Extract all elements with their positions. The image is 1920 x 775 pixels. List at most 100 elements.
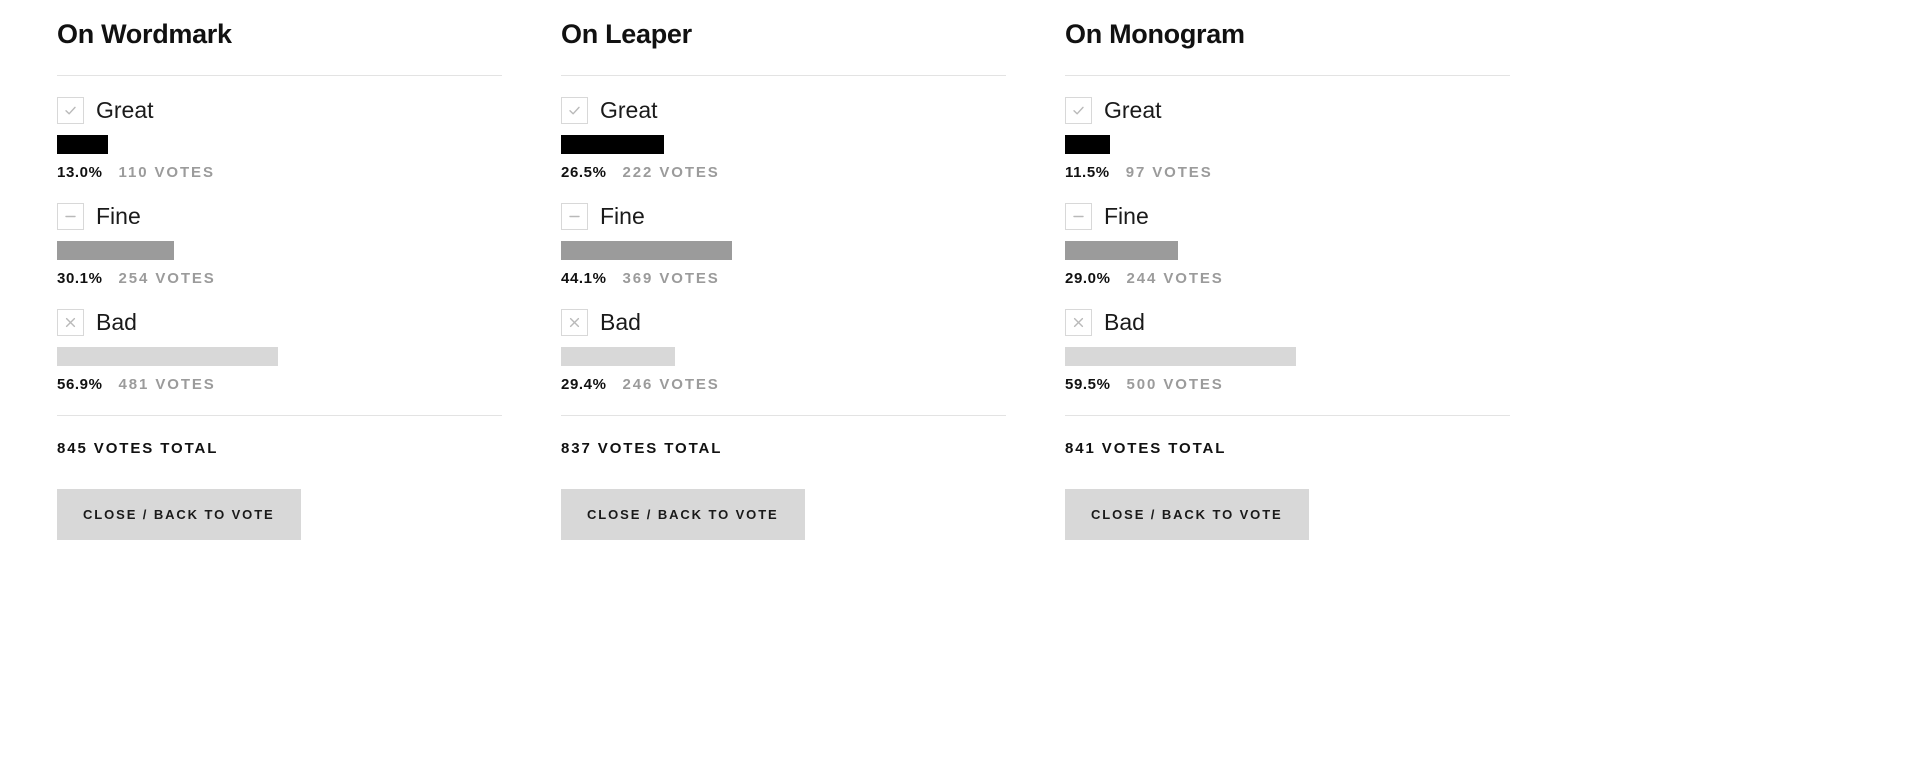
poll-percent-value: 11.5% <box>1065 164 1110 182</box>
poll-bar-track <box>561 135 1006 155</box>
poll-option-label: Bad <box>1104 309 1145 336</box>
close-back-to-vote-button[interactable]: CLOSE / BACK TO VOTE <box>1065 489 1309 541</box>
poll-option-stats: 11.5% 97 VOTES <box>1065 164 1510 181</box>
poll-bar-fill <box>561 241 733 261</box>
poll-results-board: On Wordmark Great 13.0% 110 VOTES Fine 30.1% 2… <box>0 0 1920 541</box>
poll-option-stats: 13.0% 110 VOTES <box>57 164 502 181</box>
poll-option-label: Fine <box>1104 203 1149 230</box>
poll-vote-count: 369 VOTES <box>622 270 720 288</box>
poll-percent-value: 29.4% <box>561 376 607 394</box>
poll-option-row: Great 11.5% 97 VOTES <box>1065 97 1510 181</box>
poll-column: On Leaper Great 26.5% 222 VOTES Fine 44.1% 369… <box>561 18 1006 541</box>
footer-divider <box>561 415 1006 417</box>
poll-bar-track <box>57 241 502 261</box>
poll-option-header[interactable]: Bad <box>561 309 1006 337</box>
poll-column: On Monogram Great 11.5% 97 VOTES Fine 29.0% 24… <box>1065 18 1510 541</box>
poll-option-header[interactable]: Great <box>561 97 1006 125</box>
poll-option-row: Fine 44.1% 369 VOTES <box>561 203 1006 287</box>
minus-icon[interactable] <box>561 203 588 231</box>
poll-option-header[interactable]: Great <box>57 97 502 125</box>
poll-option-label: Bad <box>96 309 137 336</box>
poll-option-label: Great <box>96 97 154 124</box>
poll-bar-fill <box>57 347 279 367</box>
poll-vote-count: 110 VOTES <box>118 164 215 182</box>
poll-option-stats: 29.4% 246 VOTES <box>561 376 1006 393</box>
poll-option-stats: 29.0% 244 VOTES <box>1065 270 1510 287</box>
total-votes-label: 845 VOTES TOTAL <box>57 440 219 458</box>
total-votes-label: 841 VOTES TOTAL <box>1065 440 1227 458</box>
poll-option-stats: 59.5% 500 VOTES <box>1065 376 1510 393</box>
poll-bar-fill <box>561 347 676 367</box>
poll-vote-count: 222 VOTES <box>622 164 720 182</box>
poll-option-label: Great <box>1104 97 1162 124</box>
poll-option-label: Bad <box>600 309 641 336</box>
poll-option-header[interactable]: Fine <box>561 203 1006 231</box>
poll-title: On Monogram <box>1065 19 1245 49</box>
close-back-to-vote-button[interactable]: CLOSE / BACK TO VOTE <box>57 489 301 541</box>
poll-option-row: Great 13.0% 110 VOTES <box>57 97 502 181</box>
poll-bar-fill <box>1065 241 1178 261</box>
poll-vote-count: 254 VOTES <box>118 270 216 288</box>
poll-bar-track <box>57 347 502 367</box>
poll-percent-value: 56.9% <box>57 376 103 394</box>
poll-percent-value: 29.0% <box>1065 270 1111 288</box>
poll-percent-value: 30.1% <box>57 270 103 288</box>
poll-option-stats: 44.1% 369 VOTES <box>561 270 1006 287</box>
poll-vote-count: 246 VOTES <box>622 376 720 394</box>
minus-icon[interactable] <box>57 203 84 231</box>
poll-bar-fill <box>57 135 108 155</box>
poll-options: Great 26.5% 222 VOTES Fine 44.1% 369 VOTES Bad… <box>561 76 1006 393</box>
poll-option-header[interactable]: Bad <box>57 309 502 337</box>
poll-option-stats: 26.5% 222 VOTES <box>561 164 1006 181</box>
x-icon[interactable] <box>561 309 588 337</box>
poll-percent-value: 44.1% <box>561 270 607 288</box>
poll-options: Great 11.5% 97 VOTES Fine 29.0% 244 VOTES Bad 5… <box>1065 76 1510 393</box>
poll-bar-track <box>561 347 1006 367</box>
poll-bar-fill <box>57 241 174 261</box>
poll-option-label: Great <box>600 97 658 124</box>
poll-option-stats: 56.9% 481 VOTES <box>57 376 502 393</box>
poll-bar-track <box>1065 241 1510 261</box>
footer-divider <box>1065 415 1510 417</box>
poll-title: On Wordmark <box>57 19 232 49</box>
poll-percent-value: 26.5% <box>561 164 607 182</box>
check-icon[interactable] <box>1065 97 1092 125</box>
x-icon[interactable] <box>57 309 84 337</box>
check-icon[interactable] <box>561 97 588 125</box>
poll-option-row: Bad 56.9% 481 VOTES <box>57 309 502 393</box>
poll-bar-track <box>57 135 502 155</box>
poll-option-row: Fine 30.1% 254 VOTES <box>57 203 502 287</box>
poll-bar-fill <box>561 135 664 155</box>
poll-bar-track <box>561 241 1006 261</box>
total-votes-label: 837 VOTES TOTAL <box>561 440 723 458</box>
poll-bar-fill <box>1065 135 1110 155</box>
poll-vote-count: 244 VOTES <box>1126 270 1224 288</box>
poll-option-stats: 30.1% 254 VOTES <box>57 270 502 287</box>
x-icon[interactable] <box>1065 309 1092 337</box>
poll-percent-value: 59.5% <box>1065 376 1111 394</box>
poll-vote-count: 500 VOTES <box>1126 376 1224 394</box>
poll-percent-value: 13.0% <box>57 164 103 182</box>
close-back-to-vote-button[interactable]: CLOSE / BACK TO VOTE <box>561 489 805 541</box>
poll-bar-fill <box>1065 347 1297 367</box>
poll-options: Great 13.0% 110 VOTES Fine 30.1% 254 VOTES Bad… <box>57 76 502 393</box>
poll-bar-track <box>1065 135 1510 155</box>
poll-option-row: Fine 29.0% 244 VOTES <box>1065 203 1510 287</box>
poll-vote-count: 481 VOTES <box>118 376 216 394</box>
check-icon[interactable] <box>57 97 84 125</box>
poll-option-label: Fine <box>96 203 141 230</box>
poll-option-header[interactable]: Fine <box>1065 203 1510 231</box>
poll-vote-count: 97 VOTES <box>1125 164 1213 182</box>
poll-column: On Wordmark Great 13.0% 110 VOTES Fine 30.1% 2… <box>57 18 502 541</box>
footer-divider <box>57 415 502 417</box>
poll-bar-track <box>1065 347 1510 367</box>
poll-option-header[interactable]: Great <box>1065 97 1510 125</box>
poll-option-label: Fine <box>600 203 645 230</box>
poll-option-row: Bad 59.5% 500 VOTES <box>1065 309 1510 393</box>
poll-option-row: Great 26.5% 222 VOTES <box>561 97 1006 181</box>
minus-icon[interactable] <box>1065 203 1092 231</box>
poll-title: On Leaper <box>561 19 692 49</box>
poll-option-header[interactable]: Fine <box>57 203 502 231</box>
poll-option-header[interactable]: Bad <box>1065 309 1510 337</box>
poll-option-row: Bad 29.4% 246 VOTES <box>561 309 1006 393</box>
